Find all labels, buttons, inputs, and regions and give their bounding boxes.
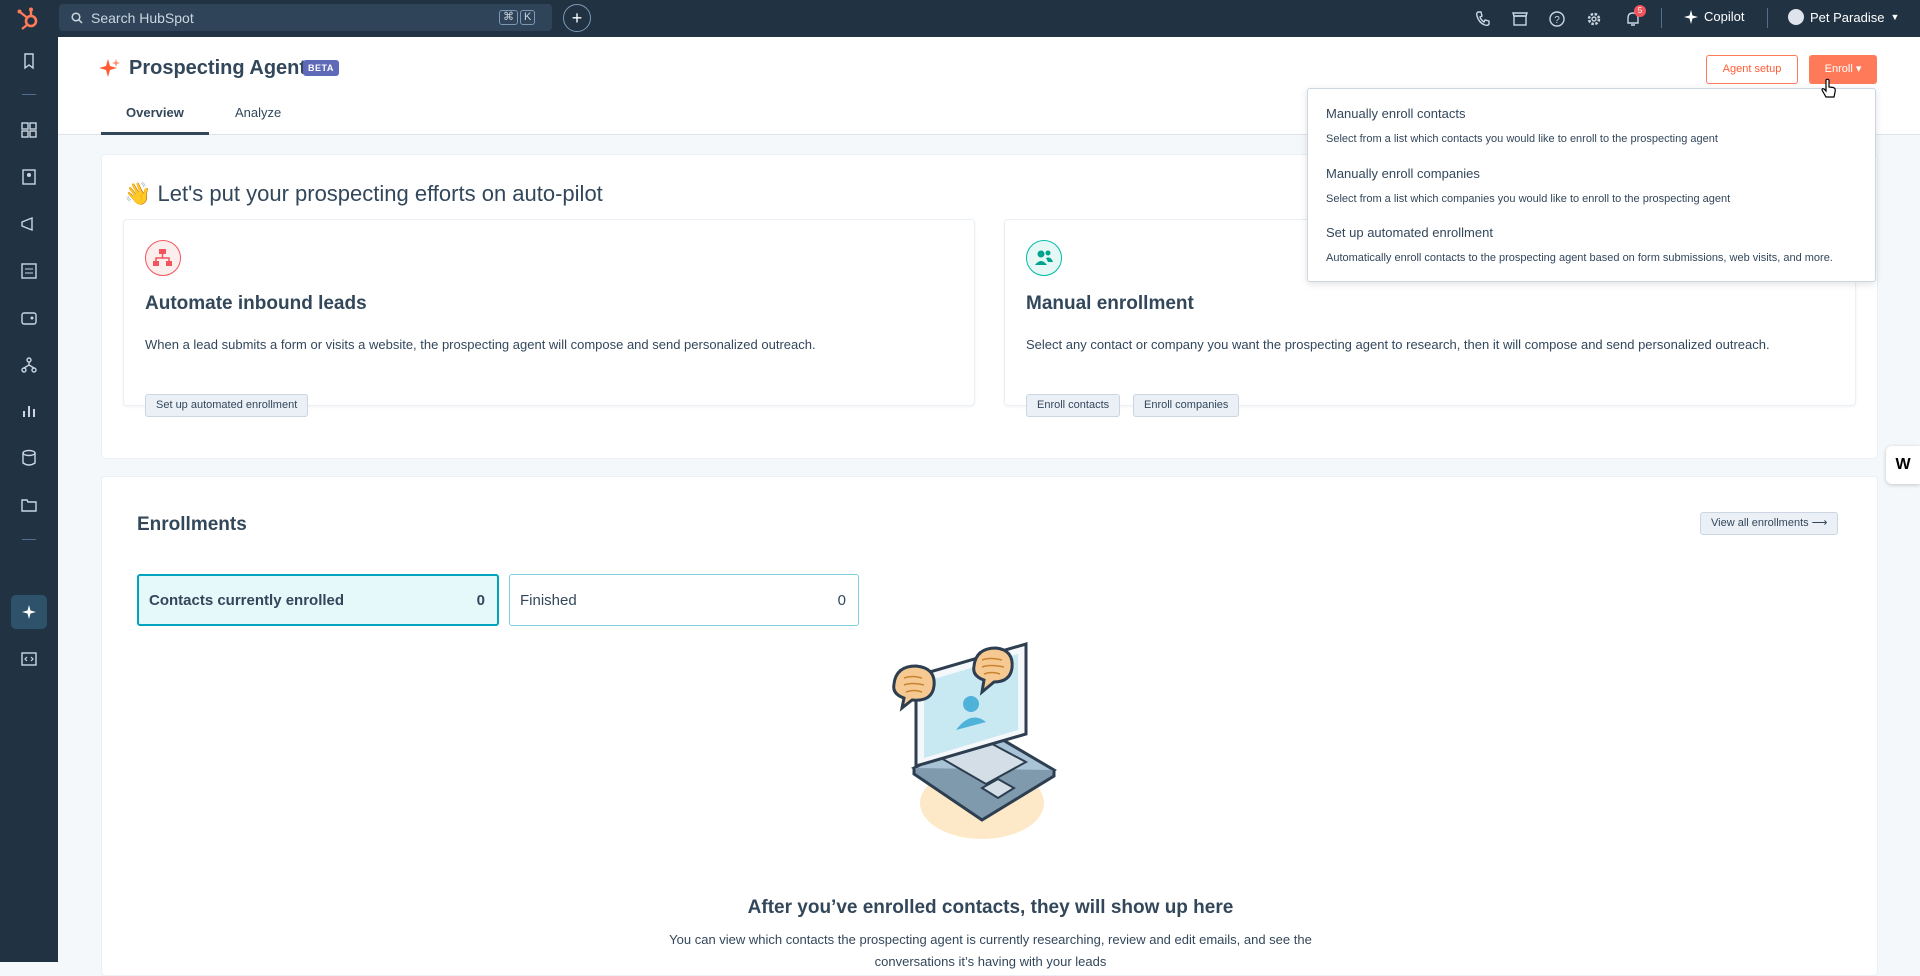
hand-cursor-icon: [1821, 78, 1836, 98]
dropdown-item-title: Manually enroll companies: [1326, 166, 1480, 181]
tab-overview[interactable]: Overview: [126, 105, 184, 120]
chevron-down-icon: ▼: [1890, 12, 1900, 22]
k-key-hint: K: [520, 10, 536, 25]
automate-inbound-card: Automate inbound leads When a lead submi…: [123, 219, 975, 417]
intro-heading: 👋 Let's put your prospecting efforts on …: [124, 181, 603, 206]
cmd-key-hint: ⌘: [499, 10, 518, 25]
stat-label: Finished: [520, 591, 577, 609]
tab-analyze[interactable]: Analyze: [235, 105, 281, 120]
copilot-button[interactable]: Copilot: [1684, 9, 1744, 24]
dropdown-item-title: Manually enroll contacts: [1326, 106, 1466, 121]
avatar: [1788, 9, 1804, 25]
svg-text:?: ?: [1554, 15, 1560, 26]
marketing-icon[interactable]: [19, 214, 39, 234]
manual-enrollment-description: Select any contact or company you want t…: [1026, 337, 1770, 352]
left-sidebar: [0, 37, 58, 962]
marketplace-icon[interactable]: [1511, 10, 1529, 28]
help-icon[interactable]: ?: [1548, 10, 1566, 28]
bookmarks-icon[interactable]: [19, 51, 39, 71]
laptop-illustration: [892, 642, 1057, 839]
page-title: Prospecting Agent: [129, 57, 307, 79]
content-icon[interactable]: [19, 261, 39, 281]
active-tab-indicator: [101, 132, 209, 135]
stat-value: 0: [837, 591, 846, 609]
search-input[interactable]: Search HubSpot ⌘ K: [59, 4, 552, 31]
notification-count-badge: 5: [1634, 5, 1646, 17]
commerce-icon[interactable]: [19, 308, 39, 328]
enrollments-card: Enrollments View all enrollments ⟶ Conta…: [101, 476, 1878, 976]
automate-inbound-description: When a lead submits a form or visits a w…: [145, 337, 816, 352]
topbar-divider: [1661, 8, 1662, 28]
sidebar-divider: [22, 539, 36, 540]
empty-state-title: After you’ve enrolled contacts, they wil…: [747, 897, 1234, 918]
dropdown-item-description: Automatically enroll contacts to the pro…: [1326, 252, 1833, 264]
prospecting-agent-icon: [99, 59, 120, 77]
org-chart-icon: [145, 240, 181, 276]
account-name: Pet Paradise: [1810, 9, 1885, 25]
enroll-dropdown-menu: Manually enroll contacts Select from a l…: [1307, 88, 1876, 282]
automation-icon[interactable]: [19, 355, 39, 375]
widget-launcher-button[interactable]: W: [1886, 446, 1920, 484]
enroll-companies-button[interactable]: Enroll companies: [1133, 394, 1240, 417]
dropdown-item-setup-automated-enrollment[interactable]: Set up automated enrollment Automaticall…: [1326, 225, 1833, 264]
sidebar-divider: [22, 94, 36, 95]
settings-icon[interactable]: [1585, 10, 1603, 28]
agent-setup-button[interactable]: Agent setup: [1706, 55, 1798, 84]
setup-automated-enrollment-button[interactable]: Set up automated enrollment: [145, 394, 309, 417]
dropdown-item-manually-enroll-contacts[interactable]: Manually enroll contacts Select from a l…: [1326, 106, 1718, 145]
automate-inbound-title: Automate inbound leads: [145, 293, 367, 314]
search-icon: [71, 11, 83, 24]
reporting-icon[interactable]: [19, 401, 39, 421]
dropdown-item-manually-enroll-companies[interactable]: Manually enroll companies Select from a …: [1326, 166, 1730, 205]
stat-label: Contacts currently enrolled: [149, 591, 345, 609]
agents-icon[interactable]: [19, 602, 39, 622]
dropdown-item-description: Select from a list which contacts you wo…: [1326, 133, 1718, 145]
dropdown-item-title: Set up automated enrollment: [1326, 225, 1493, 240]
contacts-group-icon: [1026, 240, 1062, 276]
data-icon[interactable]: [19, 448, 39, 468]
top-navigation-bar: Search HubSpot ⌘ K + ? 5 Copilot Pet Par…: [0, 0, 1920, 37]
sparkle-icon: [1684, 9, 1698, 24]
view-all-enrollments-button[interactable]: View all enrollments ⟶: [1700, 512, 1839, 535]
dropdown-item-description: Select from a list which companies you w…: [1326, 193, 1731, 205]
enrollments-title: Enrollments: [137, 514, 247, 535]
account-menu[interactable]: Pet Paradise ▼: [1788, 9, 1899, 25]
development-icon[interactable]: [19, 649, 39, 669]
beta-badge: BETA: [303, 60, 339, 76]
enroll-contacts-button[interactable]: Enroll contacts: [1026, 394, 1121, 417]
empty-state-description-line-2: conversations it’s having with your lead…: [874, 954, 1107, 969]
workspaces-icon[interactable]: [19, 120, 39, 140]
library-icon[interactable]: [19, 495, 39, 515]
copilot-label: Copilot: [1704, 9, 1745, 24]
empty-state-description: You can view which contacts the prospect…: [669, 932, 1312, 947]
manual-enrollment-title: Manual enrollment: [1026, 293, 1194, 314]
hubspot-logo-icon[interactable]: [16, 6, 42, 32]
search-placeholder: Search HubSpot: [91, 9, 194, 26]
stat-value: 0: [476, 591, 485, 609]
finished-tab[interactable]: Finished 0: [509, 574, 859, 626]
contacts-icon[interactable]: [19, 167, 39, 187]
create-new-button[interactable]: +: [563, 4, 591, 32]
topbar-divider: [1767, 8, 1768, 28]
phone-icon[interactable]: [1474, 10, 1492, 28]
contacts-currently-enrolled-tab[interactable]: Contacts currently enrolled 0: [137, 574, 499, 626]
